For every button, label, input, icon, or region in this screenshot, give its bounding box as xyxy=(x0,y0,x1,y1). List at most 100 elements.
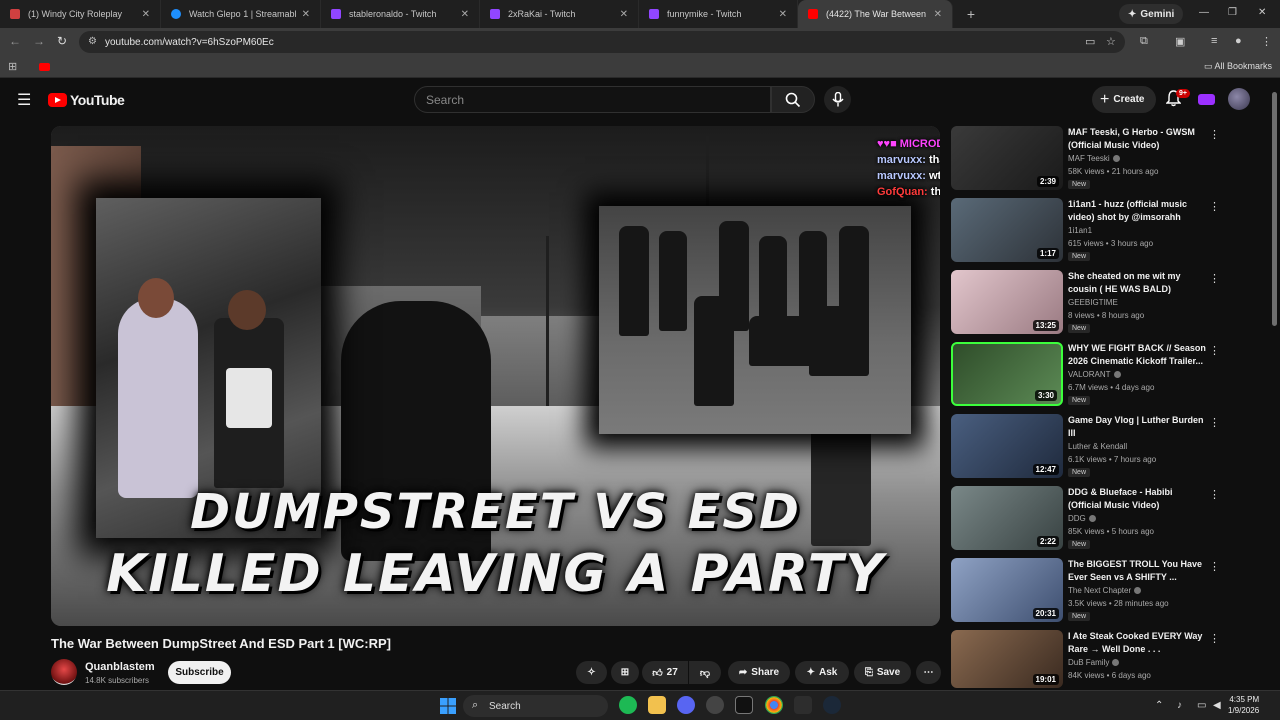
address-bar[interactable]: ⚙ youtube.com/watch?v=6hSzoPM60Ec xyxy=(79,31,1125,53)
recommendation-channel[interactable]: Luther & Kendall xyxy=(1068,442,1127,451)
minimize-icon[interactable]: — xyxy=(1199,7,1209,18)
hype-button[interactable]: ⊞ xyxy=(611,661,639,684)
search-input[interactable] xyxy=(415,87,770,112)
more-vertical-icon[interactable]: ⋮ xyxy=(1209,488,1220,501)
more-vertical-icon[interactable]: ⋮ xyxy=(1209,560,1220,573)
save-button[interactable]: ⎘ Save xyxy=(854,661,911,684)
volume-icon[interactable]: ◀ xyxy=(1213,700,1221,711)
recommendation-title[interactable]: 1i1an1 - huzz (official music video) sho… xyxy=(1068,198,1208,224)
reading-list-icon[interactable]: ≡ xyxy=(1211,35,1217,47)
recommendation-channel[interactable]: DuB Family xyxy=(1068,658,1120,667)
profile-icon[interactable]: ● xyxy=(1235,35,1242,47)
browser-tab[interactable]: Watch Glepo 1 | Streamable ✕ xyxy=(161,0,321,28)
more-vertical-icon[interactable]: ⋮ xyxy=(1209,272,1220,285)
extensions-icon[interactable]: ⧉ xyxy=(1140,35,1148,48)
page-scrollbar[interactable] xyxy=(1270,80,1280,690)
window-close-icon[interactable]: ✕ xyxy=(1258,7,1266,18)
video-thumbnail[interactable]: 20:31 xyxy=(951,558,1063,622)
bookmark-star-icon[interactable]: ☆ xyxy=(1106,35,1116,48)
recommendation-title[interactable]: The BIGGEST TROLL You Have Ever Seen vs … xyxy=(1068,558,1208,584)
ask-button[interactable]: ✦ Ask xyxy=(795,661,849,684)
scrollbar-thumb[interactable] xyxy=(1272,92,1277,326)
recommendation-item[interactable]: 2:22 DDG & Blueface - Habibi (Official M… xyxy=(951,486,1221,550)
recommendation-channel[interactable]: MAF Teeski xyxy=(1068,154,1120,163)
taskbar-search[interactable]: ⌕ Search xyxy=(463,695,608,717)
recommendation-channel[interactable]: VALORANT xyxy=(1068,370,1121,379)
video-thumbnail[interactable]: 2:39 xyxy=(951,126,1063,190)
hamburger-menu-icon[interactable]: ☰ xyxy=(17,90,31,110)
browser-tab[interactable]: funnymike - Twitch ✕ xyxy=(639,0,798,28)
apps-grid-icon[interactable]: ⊞ xyxy=(8,60,17,73)
g-app-icon[interactable] xyxy=(794,696,812,714)
recommendation-channel[interactable]: DDG xyxy=(1068,514,1096,523)
app-icon[interactable] xyxy=(706,696,724,714)
epic-games-icon[interactable] xyxy=(735,696,753,714)
system-clock[interactable]: 4:35 PM 1/9/2026 xyxy=(1228,694,1259,716)
spotify-icon[interactable] xyxy=(619,696,637,714)
recommendation-channel[interactable]: 1i1an1 xyxy=(1068,226,1092,235)
discord-icon[interactable] xyxy=(677,696,695,714)
video-thumbnail[interactable]: 2:22 xyxy=(951,486,1063,550)
recommendation-title[interactable]: I Ate Steak Cooked EVERY Way Rare → Well… xyxy=(1068,630,1208,656)
recommendation-channel[interactable]: The Next Chapter xyxy=(1068,586,1142,595)
menu-dots-icon[interactable]: ⋮ xyxy=(1261,35,1272,48)
channel-name[interactable]: Quanblastem xyxy=(85,661,155,673)
dislike-button[interactable]: 👎︎ xyxy=(689,661,721,684)
tab-close-icon[interactable]: ✕ xyxy=(461,9,469,20)
all-bookmarks-link[interactable]: ▭ All Bookmarks xyxy=(1204,61,1272,72)
notify-button[interactable]: ✧ xyxy=(576,661,607,684)
browser-tab[interactable]: 2xRaKai - Twitch ✕ xyxy=(480,0,639,28)
video-thumbnail[interactable]: 3:30 xyxy=(951,342,1063,406)
maximize-icon[interactable]: ❐ xyxy=(1228,7,1237,18)
more-vertical-icon[interactable]: ⋮ xyxy=(1209,632,1220,645)
more-vertical-icon[interactable]: ⋮ xyxy=(1209,344,1220,357)
recommendation-item[interactable]: 1:17 1i1an1 - huzz (official music video… xyxy=(951,198,1221,262)
youtube-logo[interactable]: YouTube xyxy=(48,92,125,108)
browser-tab[interactable]: (1) Windy City Roleplay ✕ xyxy=(0,0,161,28)
recommendation-title[interactable]: MAF Teeski, G Herbo - GWSM (Official Mus… xyxy=(1068,126,1208,152)
recommendation-title[interactable]: She cheated on me wit my cousin ( HE WAS… xyxy=(1068,270,1208,296)
video-thumbnail[interactable]: 12:47 xyxy=(951,414,1063,478)
windows-start-icon[interactable] xyxy=(440,698,456,714)
account-avatar[interactable] xyxy=(1228,88,1250,110)
create-button[interactable]: + Create xyxy=(1092,86,1157,113)
recommendation-item[interactable]: 13:25 She cheated on me wit my cousin ( … xyxy=(951,270,1221,334)
gemini-button[interactable]: ✦ Gemini xyxy=(1119,4,1184,24)
video-thumbnail[interactable]: 19:01 xyxy=(951,630,1063,688)
sidepanel-icon[interactable]: ▣ xyxy=(1175,35,1185,48)
more-vertical-icon[interactable]: ⋮ xyxy=(1209,128,1220,141)
tab-close-icon[interactable]: ✕ xyxy=(142,9,150,20)
recommendation-item[interactable]: 19:01 I Ate Steak Cooked EVERY Way Rare … xyxy=(951,630,1221,688)
new-tab-button[interactable]: + xyxy=(959,6,983,22)
install-app-icon[interactable]: ▭ xyxy=(1085,35,1095,48)
video-thumbnail[interactable]: 1:17 xyxy=(951,198,1063,262)
tray-mic-icon[interactable]: ♪ xyxy=(1177,700,1182,711)
tab-close-icon[interactable]: ✕ xyxy=(620,9,628,20)
subscribe-button[interactable]: Subscribe xyxy=(168,661,231,684)
video-player[interactable]: ♥♥■ MICRODRAC marvuxx: that´s it? marvux… xyxy=(51,126,940,626)
video-thumbnail[interactable]: 13:25 xyxy=(951,270,1063,334)
search-button[interactable] xyxy=(771,86,815,113)
forward-icon[interactable]: → xyxy=(33,34,45,48)
reload-icon[interactable]: ↻ xyxy=(57,34,67,48)
more-vertical-icon[interactable]: ⋮ xyxy=(1209,416,1220,429)
recommendation-title[interactable]: WHY WE FIGHT BACK // Season 2026 Cinemat… xyxy=(1068,342,1208,368)
back-icon[interactable]: ← xyxy=(9,34,21,48)
network-icon[interactable]: ▭ xyxy=(1197,700,1206,711)
browser-tab-active[interactable]: (4422) The War Between Dump ✕ xyxy=(798,0,953,28)
steam-icon[interactable] xyxy=(823,696,841,714)
browser-tab[interactable]: stableronaldo - Twitch ✕ xyxy=(321,0,480,28)
tab-close-icon[interactable]: ✕ xyxy=(934,9,942,20)
share-button[interactable]: ➦ Share xyxy=(728,661,790,684)
more-actions-button[interactable]: ⋯ xyxy=(916,661,941,684)
recommendation-item[interactable]: 12:47 Game Day Vlog | Luther Burden III … xyxy=(951,414,1221,478)
tray-chevron-icon[interactable]: ⌃ xyxy=(1155,700,1163,711)
recommendation-item[interactable]: 2:39 MAF Teeski, G Herbo - GWSM (Officia… xyxy=(951,126,1221,190)
chrome-icon[interactable] xyxy=(765,696,783,714)
voice-search-button[interactable] xyxy=(824,86,851,113)
recommendation-item[interactable]: 20:31 The BIGGEST TROLL You Have Ever Se… xyxy=(951,558,1221,622)
recommendation-channel[interactable]: GEEBIGTIME xyxy=(1068,298,1118,307)
recommendation-title[interactable]: Game Day Vlog | Luther Burden III xyxy=(1068,414,1208,440)
bookmark-youtube-icon[interactable] xyxy=(39,63,50,71)
file-explorer-icon[interactable] xyxy=(648,696,666,714)
